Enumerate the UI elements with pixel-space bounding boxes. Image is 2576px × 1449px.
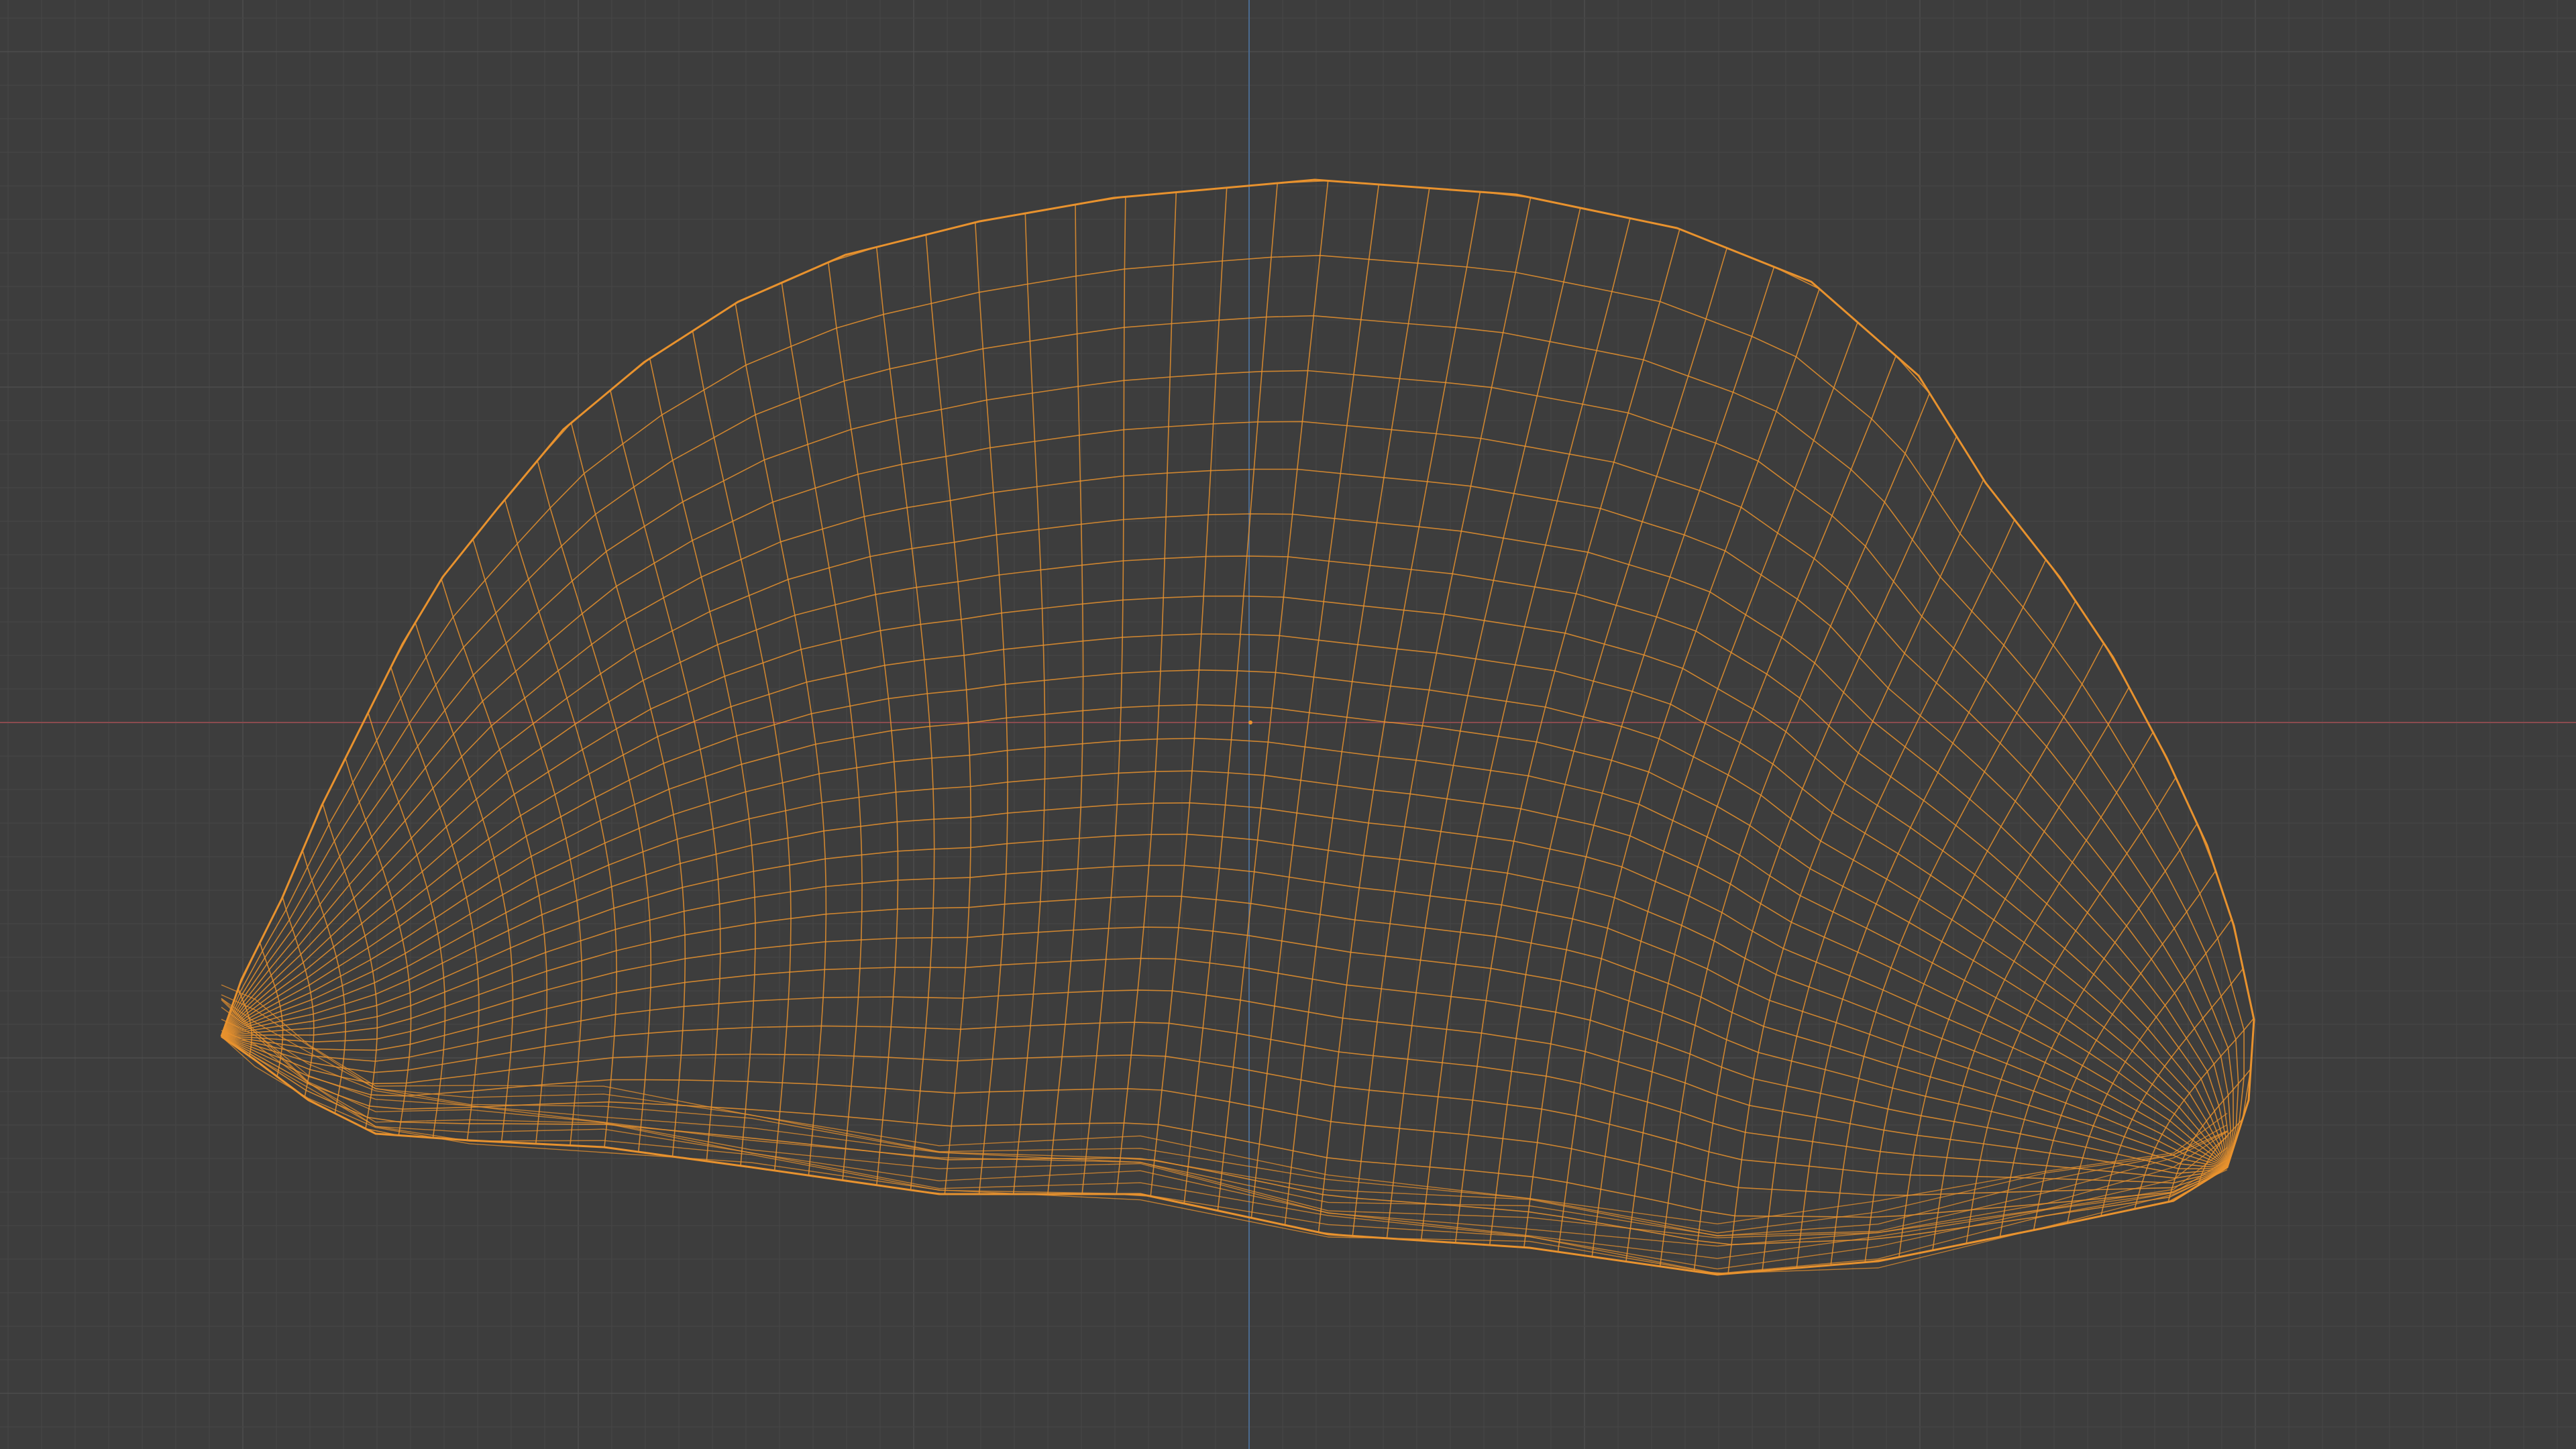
mesh-edge-ring [221,1036,2228,1218]
mesh-edge-lip [221,1006,2228,1247]
mesh-edge-ring [221,595,2228,1168]
mesh-edge-radial [975,222,1008,1195]
mesh-edge-radial [537,460,652,1152]
mesh-edge-ring [221,770,2228,1168]
mesh-edge-radial [1999,823,2198,1237]
mesh-edge-radial [1727,479,1984,1274]
mesh-edge-ring [221,255,2245,1168]
mesh-edge-radial [735,303,827,1176]
mesh-edge-ring [221,704,2228,1168]
mesh-edge-lip [221,984,2228,1225]
mesh-edge-radial [1454,229,1680,1243]
mesh-edge-radial [1489,248,1728,1246]
mesh-edge-radial [692,331,792,1171]
mesh-edge-radial [415,622,514,1142]
mesh-edge-ring [221,370,2234,1168]
mesh-edge-ring [221,468,2229,1168]
mesh-edge-radial [1796,559,2047,1269]
3d-viewport[interactable] [0,0,2576,1449]
mesh-edge-radial [610,390,721,1161]
mesh-edge-radial [1250,184,1380,1218]
mesh-edge-radial [1318,191,1481,1232]
mesh-edge-radial [1523,266,1775,1248]
mesh-edge-radial [1420,218,1631,1241]
mesh-edge-radial [1183,182,1278,1204]
mesh-edge-radial [781,282,863,1181]
mesh-edge-ring [221,865,2228,1168]
wireframe-mesh[interactable] [220,178,2255,1276]
mesh-edge-radial [390,667,480,1140]
mesh-edge-radial [345,757,412,1136]
mesh-edge-ring [221,315,2239,1168]
object-origin-marker[interactable] [1248,720,1252,724]
mesh-edge-radial [1659,392,1931,1267]
mesh-edge-radial [1012,213,1046,1195]
mesh-edge-ring [221,513,2228,1168]
viewport-canvas[interactable] [0,0,2576,1449]
mesh-edge-ring [221,1036,2228,1184]
mesh-edge-radial [875,247,935,1190]
mesh-edge-lip [221,1018,2228,1259]
mesh-edge-radial [827,262,899,1185]
mesh-edge-radial [925,234,971,1195]
mesh-edge-radial [1284,188,1430,1226]
mesh-edge-radial [1625,356,1896,1262]
mesh-edge-ring [221,1036,2228,1196]
mesh-edge-lip [221,999,2228,1238]
mesh-edge-radial [1693,436,1957,1272]
mesh-edge-radial [322,803,378,1129]
mesh-edge-radial [1081,197,1126,1195]
